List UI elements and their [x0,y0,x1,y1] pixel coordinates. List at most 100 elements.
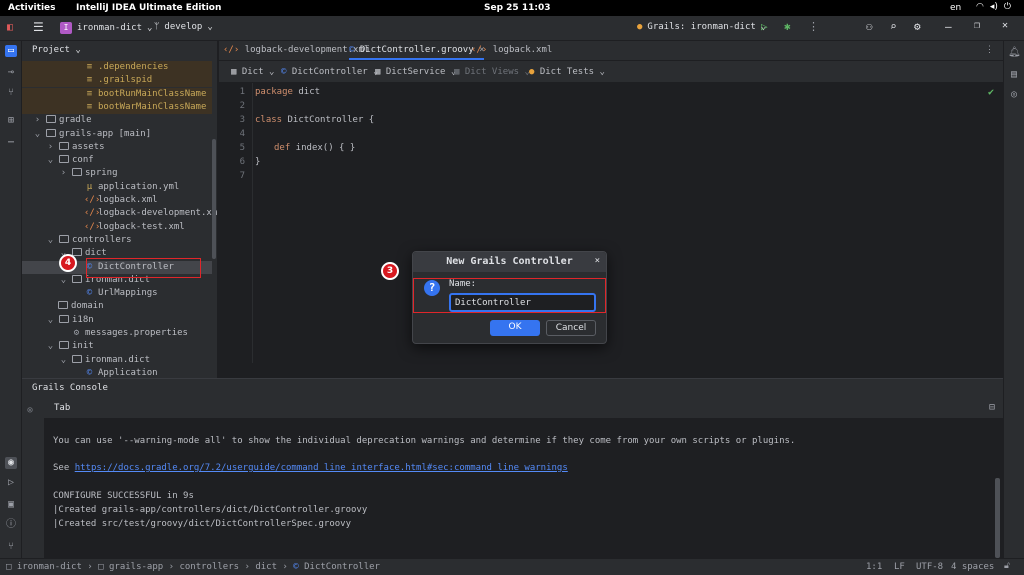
related-dict[interactable]: ▦ Dict ⌄ [231,67,274,77]
console-line: CONFIGURE SUCCESSFUL in 9s [53,491,194,501]
tree-item[interactable]: ≡ bootRunMainClassName [22,87,212,101]
tree-item[interactable]: ⌄ conf [22,154,212,167]
stop-circle-icon[interactable]: ⊗ [27,405,33,416]
intellij-logo-icon[interactable]: ◧ [7,22,13,33]
tree-item[interactable]: ≡ bootWarMainClassName [22,100,212,114]
system-tray[interactable]: ◠ ◂) ⏻ [976,2,1011,12]
chevron-right-icon[interactable]: › [45,141,56,154]
code-line-6: } [255,157,260,167]
indent-setting[interactable]: 4 spaces [951,562,994,572]
chevron-right-icon[interactable]: › [32,114,43,127]
ai-assistant-icon[interactable]: ◎ [1008,89,1020,101]
tree-item[interactable]: ‹/›logback-development.xml [22,207,217,220]
docs-link[interactable]: https://docs.gradle.org/7.2/userguide/co… [75,463,568,473]
project-panel-title[interactable]: Project ⌄ [32,45,81,55]
lock-icon[interactable]: 🔓︎ [1004,561,1010,571]
database-icon[interactable]: ▤ [1008,69,1020,81]
project-view-icon[interactable]: ▭ [5,45,17,57]
console-scrollbar[interactable] [995,478,1000,558]
console-layout-icon[interactable]: ⊟ [989,402,995,413]
terminal-icon[interactable]: ▣ [5,499,17,511]
chevron-right-icon[interactable]: › [58,167,69,180]
code-editor[interactable] [219,83,1003,378]
chevron-down-icon[interactable]: ⌄ [58,274,69,287]
status-breadcrumb[interactable]: □ ironman-dict › □ grails-app › controll… [6,562,380,572]
debug-icon[interactable]: ✱ [784,20,791,33]
tree-item[interactable]: ≡ .dependencies [22,61,212,74]
tab-options-icon[interactable]: ⋮ [985,45,994,55]
input-language[interactable]: en [950,3,961,13]
project-badge: I [60,22,72,34]
clock[interactable]: Sep 25 11:03 [484,3,550,13]
minimize-icon[interactable]: – [945,20,952,33]
git-icon[interactable]: ⑂ [5,541,17,553]
tree-item[interactable]: μ application.yml [22,181,212,194]
tree-item[interactable]: ≡ .grailspid [22,74,212,88]
structure-icon[interactable]: ⊞ [5,115,17,127]
tree-item[interactable]: › assets [22,141,212,154]
tree-item[interactable]: ⌄ grails-app [main] [22,128,212,141]
chevron-down-icon[interactable]: ⌄ [58,354,69,367]
tab-dict-controller[interactable]: © DictController.groovy × [349,45,485,60]
restore-icon[interactable]: ❐ [974,20,980,31]
volume-icon: ◂) [989,2,998,12]
line-separator[interactable]: LF [894,562,905,572]
file-encoding[interactable]: UTF-8 [916,562,943,572]
chevron-down-icon[interactable]: ⌄ [45,314,56,327]
cancel-button[interactable]: Cancel [546,320,596,336]
tab-logback-development[interactable]: ‹/› logback-development.xml [223,45,369,55]
tree-item-label: controllers [72,234,132,245]
run-config-selector[interactable]: ● Grails: ironman-dict ⌄ [637,22,766,32]
chevron-down-icon[interactable]: ⌄ [45,154,56,167]
run-icon[interactable]: ▷ [761,20,768,33]
no-problems-check-icon[interactable]: ✔ [988,87,994,98]
dialog-title[interactable]: New Grails Controller [413,252,606,272]
tree-item[interactable]: ‹/›logback.xml [22,194,212,207]
caret-position[interactable]: 1:1 [866,562,882,572]
related-dict-tests[interactable]: ● Dict Tests ⌄ [529,67,605,77]
grails-console-icon[interactable]: ◉ [5,457,17,469]
branch-switcher[interactable]: ᛘ develop ⌄ [154,22,213,32]
ok-button[interactable]: OK [490,320,540,336]
chevron-down-icon[interactable]: ⌄ [45,340,56,353]
console-tab[interactable]: Tab [54,403,70,413]
tree-item[interactable]: › gradle [22,114,212,127]
close-window-icon[interactable]: ✕ [1002,20,1008,31]
related-dict-views[interactable]: ▦ Dict Views ⌄ [454,67,530,77]
project-switcher[interactable]: I ironman-dict ⌄ [60,22,152,34]
folder-icon [59,234,69,243]
tree-item[interactable]: © Application [22,367,212,378]
chevron-down-icon[interactable]: ⌄ [32,128,43,141]
search-icon[interactable]: ⌕ [890,20,897,33]
chevron-down-icon[interactable]: ⌄ [45,234,56,247]
tree-item[interactable]: ⌄ controllers [22,234,212,247]
run-tool-icon[interactable]: ▷ [5,477,17,489]
project-scrollbar[interactable] [212,139,216,259]
commit-icon[interactable]: ⊸ [5,67,17,79]
related-dict-service[interactable]: ▦ DictService ⌄ [375,67,456,77]
settings-gear-icon[interactable]: ⚙ [914,20,921,33]
tab-label: logback.xml [492,45,553,55]
tree-item[interactable]: › spring [22,167,212,180]
more-actions-icon[interactable]: ⋮ [808,20,819,33]
tree-item[interactable]: ⌄ init [22,340,212,353]
related-dict-controller[interactable]: © DictController ⌄ [281,67,379,77]
more-tools-icon[interactable]: ⋯ [5,137,17,149]
chevron-down-icon: ⌄ [207,22,213,32]
problems-icon[interactable]: ⓘ [5,519,17,531]
tree-item[interactable]: ⌄ i18n [22,314,212,327]
app-menu[interactable]: IntelliJ IDEA Ultimate Edition [76,3,221,13]
tab-logback[interactable]: ‹/› logback.xml [471,45,552,55]
activities-button[interactable]: Activities [8,3,56,13]
hamburger-menu-icon[interactable]: ☰ [33,20,44,34]
tree-item[interactable]: domain [22,300,212,313]
tree-item[interactable]: ‹/›logback-test.xml [22,221,212,234]
tree-item[interactable]: ⌄ ironman.dict [22,354,212,367]
pull-requests-icon[interactable]: ⑂ [5,87,17,99]
close-icon[interactable]: × [595,256,600,266]
console-header: Grails Console [22,379,1003,397]
tree-item[interactable]: © UrlMappings [22,287,212,300]
tree-item[interactable]: ⚙ messages.properties [22,327,212,340]
notifications-icon[interactable]: 🔔︎ [1008,47,1021,59]
add-user-icon[interactable]: ⚇ [866,20,873,33]
